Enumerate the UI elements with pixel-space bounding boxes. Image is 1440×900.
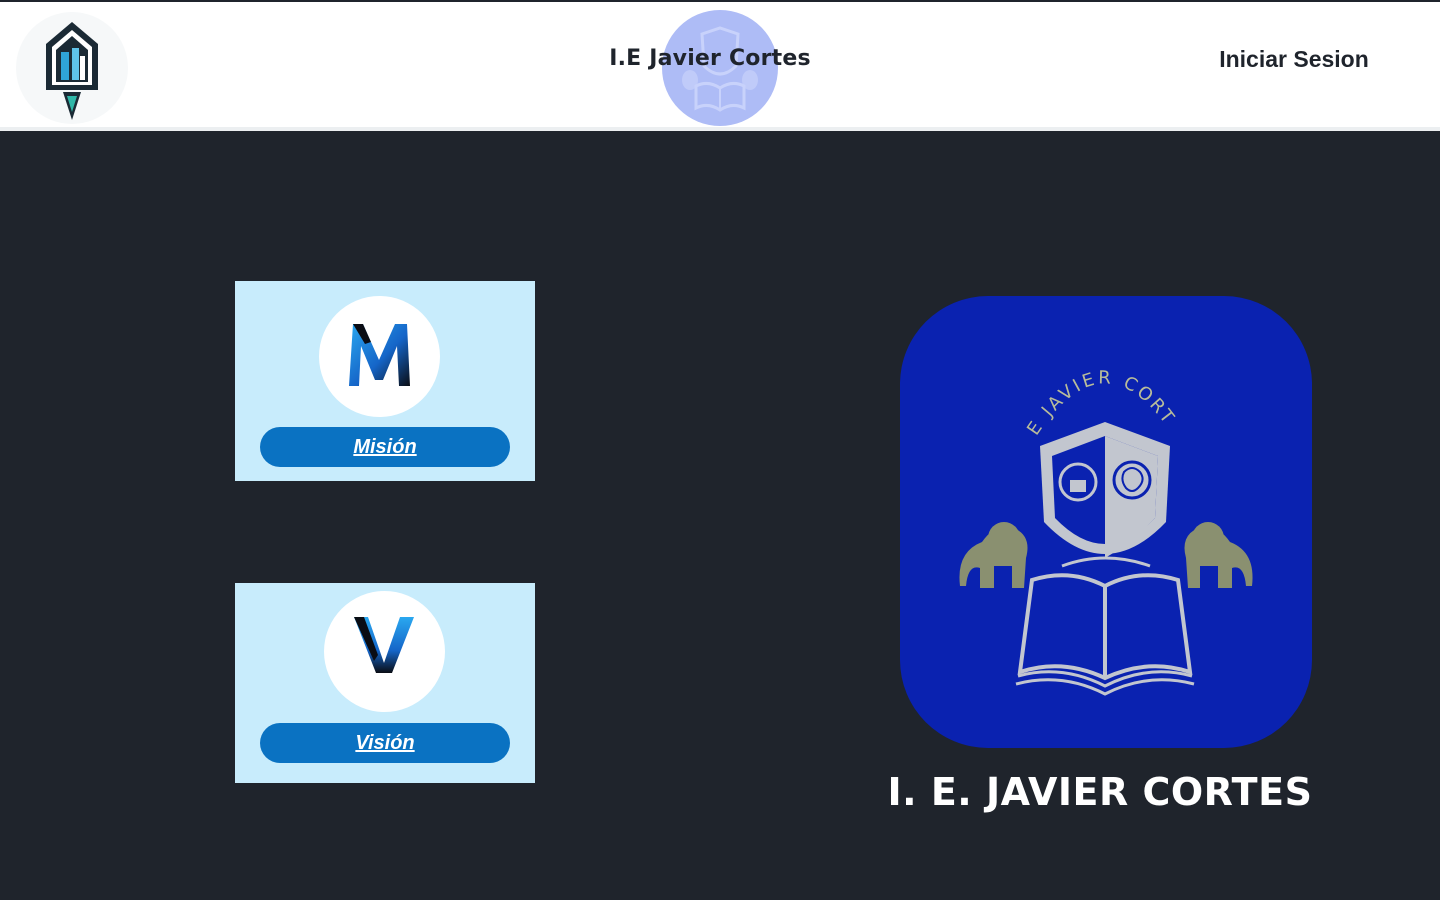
school-crest-emblem-icon: I.E JAVIER CORTES xyxy=(900,296,1312,748)
letter-m-icon xyxy=(319,296,440,417)
login-link[interactable]: Iniciar Sesion xyxy=(1200,46,1388,73)
mision-button[interactable]: Misión xyxy=(260,427,510,467)
crest-arc-text: I.E JAVIER CORTES xyxy=(900,296,1180,439)
school-name-heading: I. E. JAVIER CORTES xyxy=(887,770,1313,814)
site-title: I.E Javier Cortes xyxy=(609,46,811,71)
vision-button[interactable]: Visión xyxy=(260,723,510,763)
vision-card: Visión xyxy=(235,583,535,783)
mision-card: Misión xyxy=(235,281,535,481)
letter-v-icon xyxy=(324,591,445,712)
school-building-logo-icon[interactable] xyxy=(16,12,128,124)
site-header: I.E Javier Cortes Iniciar Sesion xyxy=(0,2,1440,131)
